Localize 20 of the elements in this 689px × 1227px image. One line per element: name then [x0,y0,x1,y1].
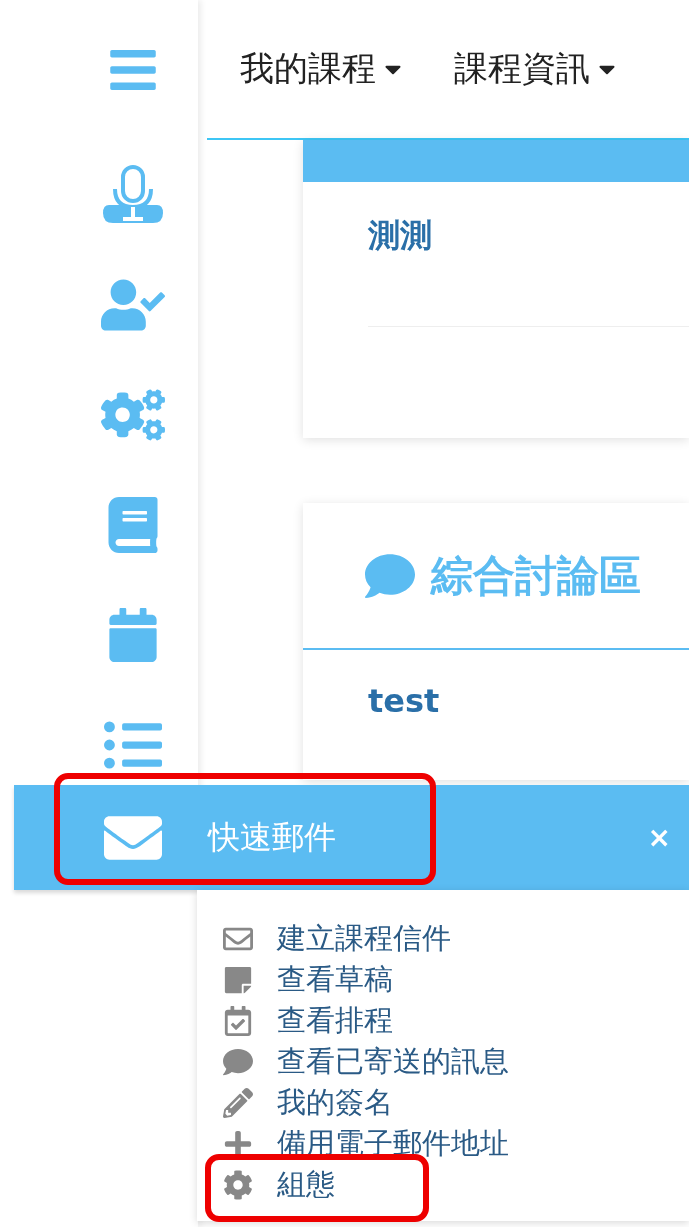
calendar-check-icon [223,1005,253,1036]
microphone-icon[interactable] [101,165,165,225]
card-text: 測測 [368,215,433,256]
post-title[interactable]: test [368,682,689,720]
nav-dropdown[interactable]: 課程資訊 [454,46,620,92]
forum-title: 綜合討論區 [431,549,641,602]
pencil-icon [223,1087,253,1118]
book-icon[interactable] [105,497,161,553]
menu-item[interactable]: 組態 [221,1164,689,1205]
menu-item[interactable]: 查看排程 [221,1000,689,1041]
menu-item[interactable]: 查看草稿 [221,959,689,1000]
comment-icon [223,1046,253,1077]
settings-icon [223,1169,253,1200]
menu-item[interactable]: 查看已寄送的訊息 [221,1041,689,1082]
quick-mail-title: 快速郵件 [208,816,336,858]
nav-dropdown[interactable]: 我的課程 [240,46,406,92]
note-icon [223,964,253,995]
menu-item[interactable]: 我的簽名 [221,1082,689,1123]
menu-item[interactable]: 建立課程信件 [221,918,689,959]
calendar-icon[interactable] [106,608,160,662]
